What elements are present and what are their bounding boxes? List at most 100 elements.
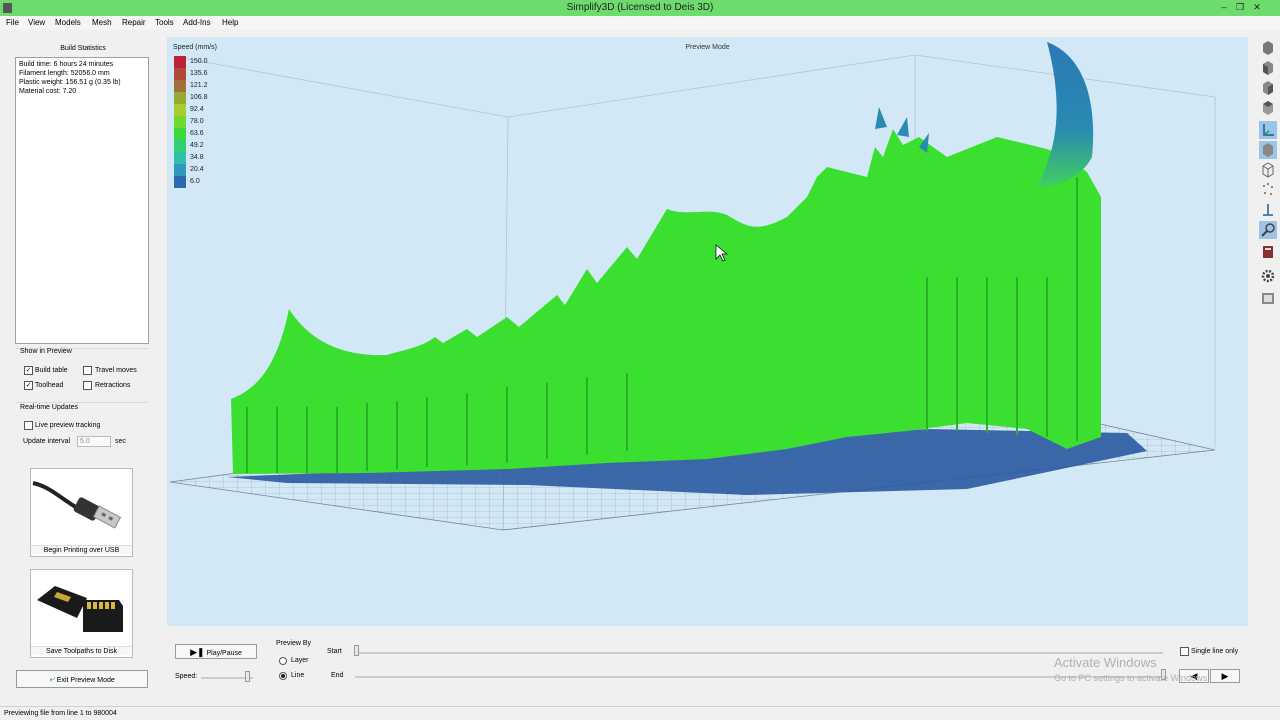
legend-value: 121.2: [190, 82, 208, 89]
legend-swatch: [174, 92, 186, 104]
view-side-icon[interactable]: [1259, 79, 1277, 97]
window-title: Simplify3D (Licensed to Deis 3D): [566, 2, 714, 13]
menu-bar: File View Models Mesh Repair Tools Add-I…: [0, 16, 1280, 30]
gear-icon[interactable]: [1259, 267, 1277, 285]
restore-icon[interactable]: ❐: [1233, 1, 1247, 14]
menu-view[interactable]: View: [28, 18, 45, 27]
menu-repair[interactable]: Repair: [122, 18, 146, 27]
machine-icon[interactable]: [1259, 289, 1277, 307]
menu-add-ins[interactable]: Add-Ins: [183, 18, 211, 27]
stat-filament-length: Filament length: 52056.0 mm: [19, 70, 110, 77]
view-top-icon[interactable]: [1259, 99, 1277, 117]
legend-value: 78.0: [190, 118, 204, 125]
build-statistics-box: Build time: 6 hours 24 minutes Filament …: [15, 57, 149, 344]
legend-swatch: [174, 176, 186, 188]
stat-material-cost: Material cost: 7.20: [19, 88, 77, 95]
stat-plastic-weight: Plastic weight: 156.51 g (0.35 lb): [19, 79, 121, 86]
start-slider-track[interactable]: [355, 652, 1163, 654]
update-interval-label: Update interval: [23, 438, 71, 445]
play-pause-label: Play/Pause: [206, 650, 242, 657]
build-table-label: Build table: [35, 367, 68, 374]
live-preview-checkbox[interactable]: [24, 421, 33, 430]
view-isometric-icon[interactable]: [1259, 39, 1277, 57]
update-interval-input[interactable]: 5.0: [77, 436, 111, 447]
speed-label: Speed:: [175, 673, 198, 680]
solid-view-icon[interactable]: [1259, 141, 1277, 159]
legend-swatch: [174, 152, 186, 164]
legend-value: 49.2: [190, 142, 204, 149]
menu-file[interactable]: File: [6, 18, 19, 27]
speed-slider-thumb[interactable]: [245, 671, 250, 682]
legend-title: Speed (mm/s): [173, 44, 217, 51]
retractions-label: Retractions: [95, 382, 131, 389]
preview-viewport[interactable]: Preview Mode Speed (mm/s) 150.0 135.6 12…: [167, 37, 1248, 626]
end-label: End: [331, 672, 344, 679]
legend-value: 6.0: [190, 178, 200, 185]
save-toolpaths-button[interactable]: Save Toolpaths to Disk: [30, 569, 133, 658]
live-preview-label: Live preview tracking: [35, 422, 101, 429]
model-render: [169, 42, 1216, 531]
exit-preview-mode-button[interactable]: ⤶ Exit Preview Mode: [16, 670, 148, 688]
wireframe-view-icon[interactable]: [1259, 161, 1277, 179]
build-table-checkbox[interactable]: ✓: [24, 366, 33, 375]
start-label: Start: [327, 648, 342, 655]
update-interval-unit: sec: [115, 438, 126, 445]
back-arrow-icon: ⤶: [49, 674, 55, 685]
menu-tools[interactable]: Tools: [155, 18, 174, 27]
preview-by-layer-radio[interactable]: [279, 657, 287, 665]
menu-models[interactable]: Models: [55, 18, 81, 27]
normals-icon[interactable]: [1259, 201, 1277, 219]
menu-help[interactable]: Help: [222, 18, 238, 27]
legend-swatch: [174, 68, 186, 80]
travel-moves-label: Travel moves: [95, 367, 137, 374]
activate-windows-subtitle: Go to PC settings to activate Windows.: [1054, 673, 1210, 683]
show-in-preview-label: Show in Preview: [20, 348, 72, 355]
menu-mesh[interactable]: Mesh: [92, 18, 112, 27]
minimize-icon[interactable]: –: [1217, 1, 1231, 14]
legend-value: 92.4: [190, 106, 204, 113]
save-toolpaths-label: Save Toolpaths to Disk: [31, 646, 132, 655]
close-icon[interactable]: ✕: [1250, 1, 1264, 14]
toolhead-checkbox[interactable]: ✓: [24, 381, 33, 390]
step-forward-button[interactable]: ▶: [1210, 669, 1240, 683]
begin-printing-usb-button[interactable]: Begin Printing over USB: [30, 468, 133, 557]
single-line-only-checkbox[interactable]: [1180, 647, 1189, 656]
legend-swatch: [174, 56, 186, 68]
line-label: Line: [291, 672, 305, 679]
legend-value: 34.8: [190, 154, 204, 161]
legend-value: 20.4: [190, 166, 204, 173]
begin-printing-usb-label: Begin Printing over USB: [31, 545, 132, 554]
legend-swatch: [174, 80, 186, 92]
preview-by-line-radio[interactable]: [279, 672, 287, 680]
model-body: [231, 129, 1101, 474]
play-pause-button[interactable]: ▶❚ Play/Pause: [175, 644, 257, 659]
retractions-checkbox[interactable]: [83, 381, 92, 390]
preview-mode-label: Preview Mode: [685, 44, 730, 51]
single-line-only-label: Single line only: [1191, 648, 1239, 655]
axes-icon[interactable]: [1259, 121, 1277, 139]
travel-moves-checkbox[interactable]: [83, 366, 92, 375]
status-text: Previewing file from line 1 to 980004: [4, 710, 117, 717]
sd-card-icon: [37, 586, 123, 632]
legend-value: 63.6: [190, 130, 204, 137]
legend-swatch: [174, 140, 186, 152]
view-toolbar: [1255, 37, 1280, 317]
status-bar: Previewing file from line 1 to 980004: [0, 706, 1280, 720]
book-icon[interactable]: [1259, 243, 1277, 261]
play-pause-icon: ▶❚: [190, 647, 205, 657]
view-front-icon[interactable]: [1259, 59, 1277, 77]
magnifier-icon[interactable]: [1259, 221, 1277, 239]
build-statistics-title: Build Statistics: [60, 45, 106, 52]
end-slider-track[interactable]: [355, 676, 1163, 678]
legend-value: 106.8: [190, 94, 208, 101]
legend-swatch: [174, 128, 186, 140]
legend-swatch: [174, 164, 186, 176]
legend-value: 150.0: [190, 58, 208, 65]
usb-cable-icon: [32, 481, 122, 529]
realtime-updates-label: Real-time Updates: [20, 404, 78, 411]
divider: [16, 402, 148, 403]
points-view-icon[interactable]: [1259, 181, 1277, 199]
legend-swatch: [174, 104, 186, 116]
activate-windows-title: Activate Windows: [1054, 655, 1157, 670]
start-slider-thumb[interactable]: [354, 645, 359, 656]
